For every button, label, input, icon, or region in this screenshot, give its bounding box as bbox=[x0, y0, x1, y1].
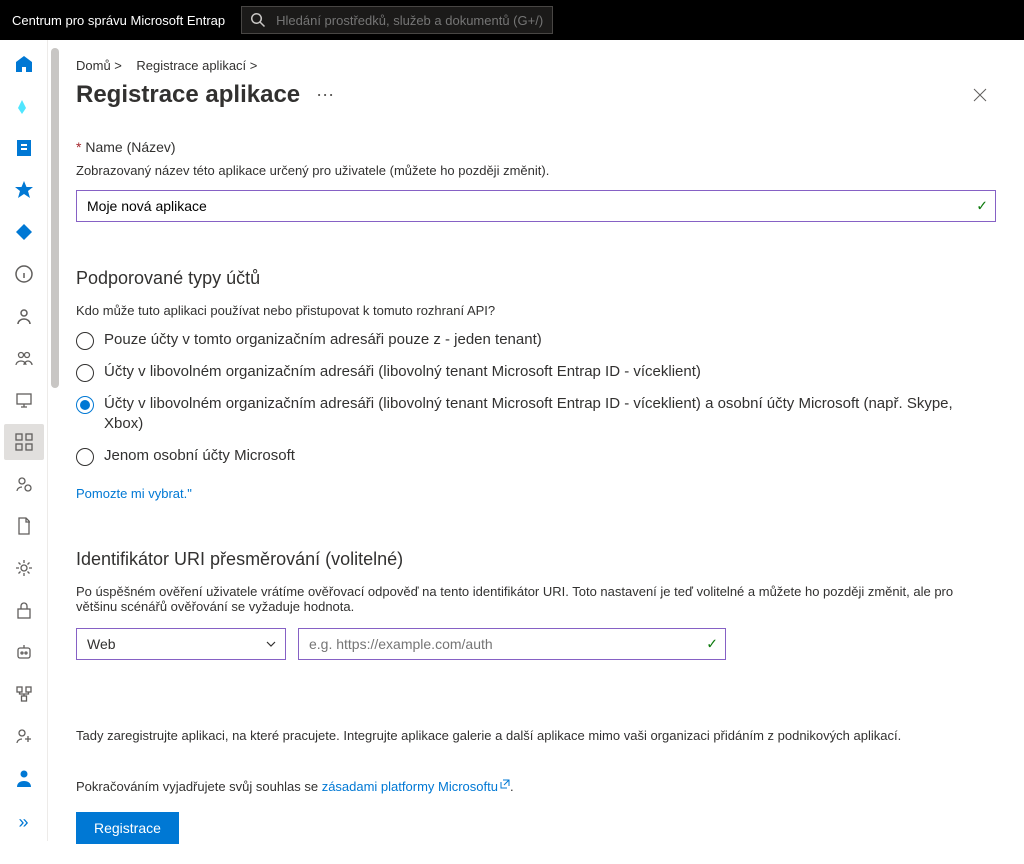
valid-check-icon: ✓ bbox=[976, 198, 988, 215]
radio-label: Účty v libovolném organizačním adresáři … bbox=[104, 394, 996, 434]
nav-robot-icon[interactable] bbox=[4, 634, 44, 670]
radio-icon bbox=[76, 396, 94, 414]
breadcrumb-apps[interactable]: Registrace aplikací > bbox=[136, 58, 257, 73]
account-types-radio-group: Pouze účty v tomto organizačním adresáři… bbox=[76, 330, 996, 466]
account-type-option-1[interactable]: Účty v libovolném organizačním adresáři … bbox=[76, 362, 996, 382]
page-title: Registrace aplikace bbox=[76, 81, 300, 109]
left-rail: » bbox=[0, 40, 48, 841]
account-types-help: Kdo může tuto aplikaci používat nebo při… bbox=[76, 303, 996, 318]
account-type-option-2[interactable]: Účty v libovolném organizačním adresáři … bbox=[76, 394, 996, 434]
global-search[interactable] bbox=[241, 6, 553, 34]
nav-gear-icon[interactable] bbox=[4, 550, 44, 586]
nav-document-icon[interactable] bbox=[4, 508, 44, 544]
breadcrumb-home[interactable]: Domů > bbox=[76, 58, 122, 73]
nav-star-icon[interactable] bbox=[4, 172, 44, 208]
consent-suffix: . bbox=[510, 779, 514, 794]
radio-icon bbox=[76, 364, 94, 382]
content-scrollbar[interactable] bbox=[48, 40, 62, 841]
radio-icon bbox=[76, 332, 94, 350]
redirect-uri-input[interactable] bbox=[298, 628, 726, 660]
nav-shield-icon[interactable] bbox=[4, 130, 44, 166]
chevron-down-icon bbox=[265, 638, 277, 650]
brand-label: Centrum pro správu Microsoft Entrap bbox=[12, 13, 225, 28]
radio-icon bbox=[76, 448, 94, 466]
nav-rocket-icon[interactable] bbox=[4, 88, 44, 124]
nav-org-icon[interactable] bbox=[4, 676, 44, 712]
platform-select[interactable]: Web bbox=[76, 628, 286, 660]
nav-lock-icon[interactable] bbox=[4, 592, 44, 628]
name-help: Zobrazovaný název této aplikace určený p… bbox=[76, 163, 996, 178]
external-link-icon bbox=[500, 779, 510, 789]
nav-info-icon[interactable] bbox=[4, 256, 44, 292]
rail-expand-button[interactable]: » bbox=[18, 812, 28, 833]
nav-user-icon[interactable] bbox=[4, 298, 44, 334]
close-icon bbox=[973, 88, 987, 102]
top-bar: Centrum pro správu Microsoft Entrap bbox=[0, 0, 1024, 40]
consent-prefix: Pokračováním vyjadřujete svůj souhlas se bbox=[76, 779, 322, 794]
nav-user-gear-icon[interactable] bbox=[4, 466, 44, 502]
radio-label: Účty v libovolném organizačním adresáři … bbox=[104, 362, 701, 382]
nav-person-filled-icon[interactable] bbox=[4, 760, 44, 796]
footer-note: Tady zaregistrujte aplikaci, na které pr… bbox=[76, 728, 996, 743]
nav-home-icon[interactable] bbox=[4, 46, 44, 82]
name-label: Name (Název) bbox=[76, 139, 996, 155]
account-type-option-0[interactable]: Pouze účty v tomto organizačním adresáři… bbox=[76, 330, 996, 350]
main-content: Domů > Registrace aplikací > Registrace … bbox=[62, 40, 1024, 864]
nav-diamond-icon[interactable] bbox=[4, 214, 44, 250]
consent-text: Pokračováním vyjadřujete svůj souhlas se… bbox=[76, 779, 996, 794]
help-me-choose-link[interactable]: Pomozte mi vybrat." bbox=[76, 486, 192, 501]
global-search-input[interactable] bbox=[274, 7, 552, 33]
radio-label: Pouze účty v tomto organizačním adresáři… bbox=[104, 330, 542, 350]
nav-people-icon[interactable] bbox=[4, 340, 44, 376]
name-input[interactable] bbox=[76, 190, 996, 222]
radio-label: Jenom osobní účty Microsoft bbox=[104, 446, 295, 466]
breadcrumb: Domů > Registrace aplikací > bbox=[76, 58, 996, 73]
valid-check-icon: ✓ bbox=[706, 636, 718, 653]
account-types-heading: Podporované typy účtů bbox=[76, 268, 996, 289]
close-button[interactable] bbox=[964, 79, 996, 111]
redirect-help: Po úspěšném ověření uživatele vrátíme ov… bbox=[76, 584, 956, 614]
platform-select-value: Web bbox=[87, 636, 116, 652]
consent-policy-link[interactable]: zásadami platformy Microsoftu bbox=[322, 779, 510, 794]
account-type-option-3[interactable]: Jenom osobní účty Microsoft bbox=[76, 446, 996, 466]
redirect-heading: Identifikátor URI přesměrování (voliteln… bbox=[76, 549, 996, 570]
search-icon bbox=[250, 12, 266, 28]
more-actions-icon[interactable]: ⋯ bbox=[316, 85, 336, 106]
register-button[interactable]: Registrace bbox=[76, 812, 179, 844]
nav-apps-icon[interactable] bbox=[4, 424, 44, 460]
scrollbar-thumb[interactable] bbox=[51, 48, 59, 388]
nav-device-icon[interactable] bbox=[4, 382, 44, 418]
nav-user-plus-icon[interactable] bbox=[4, 718, 44, 754]
